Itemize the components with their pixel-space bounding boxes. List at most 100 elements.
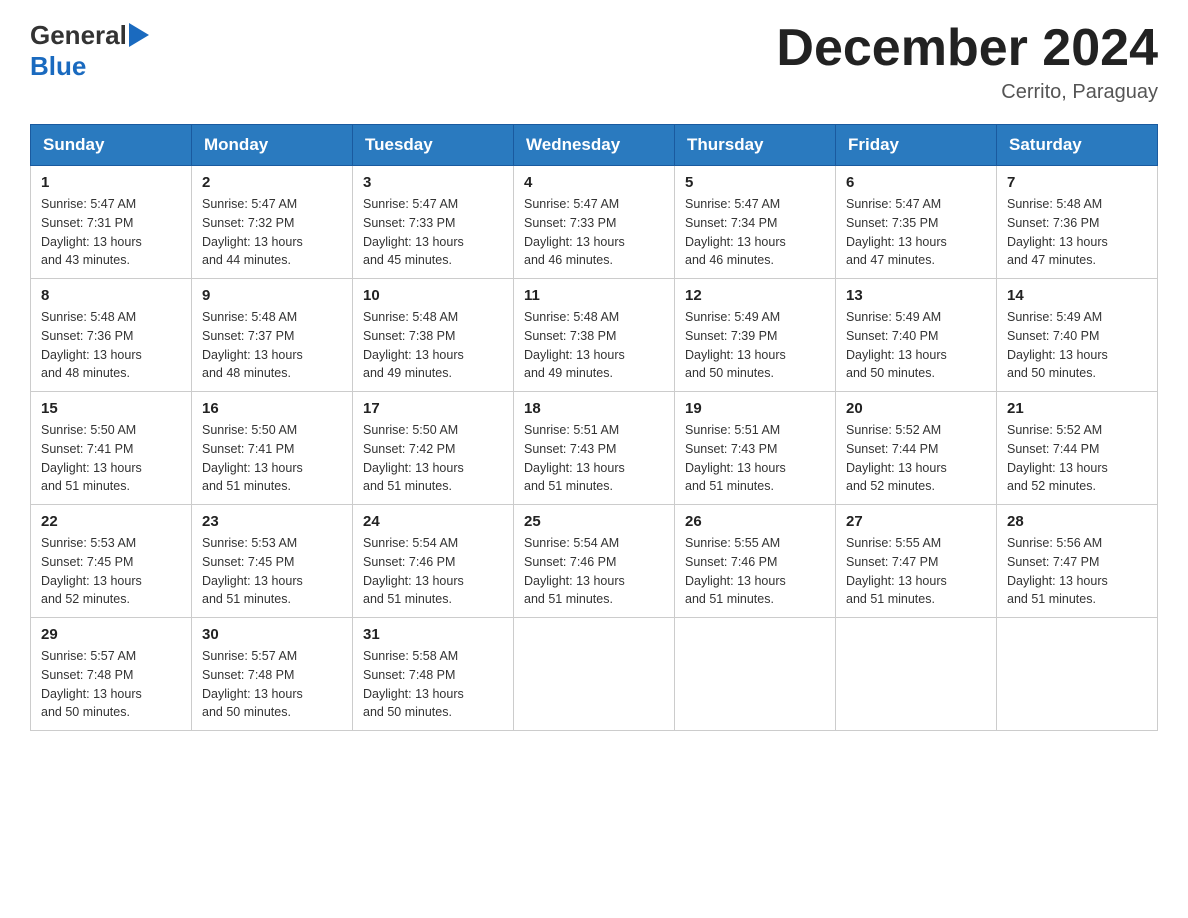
day-number: 7 (1007, 174, 1147, 191)
day-number: 18 (524, 400, 664, 417)
day-number: 15 (41, 400, 181, 417)
table-row: 27Sunrise: 5:55 AMSunset: 7:47 PMDayligh… (836, 505, 997, 618)
table-row: 17Sunrise: 5:50 AMSunset: 7:42 PMDayligh… (353, 392, 514, 505)
day-info: Sunrise: 5:47 AMSunset: 7:32 PMDaylight:… (202, 195, 342, 270)
table-row: 18 Sunrise: 5:51 AMSunset: 7:43 PMDayligh… (514, 392, 675, 505)
day-number: 20 (846, 400, 986, 417)
logo-blue-text: Blue (30, 51, 86, 81)
col-sunday: Sunday (31, 125, 192, 166)
day-info: Sunrise: 5:54 AMSunset: 7:46 PMDaylight:… (524, 534, 664, 609)
logo: General Blue (30, 20, 149, 82)
table-row: 10 Sunrise: 5:48 AMSunset: 7:38 PMDayligh… (353, 279, 514, 392)
day-number: 16 (202, 400, 342, 417)
day-info: Sunrise: 5:53 AMSunset: 7:45 PMDaylight:… (202, 534, 342, 609)
calendar-table: Sunday Monday Tuesday Wednesday Thursday… (30, 124, 1158, 731)
day-info: Sunrise: 5:48 AMSunset: 7:36 PMDaylight:… (41, 308, 181, 383)
day-info: Sunrise: 5:50 AMSunset: 7:41 PMDaylight:… (202, 421, 342, 496)
day-number: 29 (41, 626, 181, 643)
col-thursday: Thursday (675, 125, 836, 166)
table-row: 2 Sunrise: 5:47 AMSunset: 7:32 PMDaylight… (192, 166, 353, 279)
day-info: Sunrise: 5:57 AMSunset: 7:48 PMDaylight:… (202, 647, 342, 722)
day-number: 17 (363, 400, 503, 417)
day-number: 31 (363, 626, 503, 643)
table-row: 30 Sunrise: 5:57 AMSunset: 7:48 PMDayligh… (192, 618, 353, 731)
day-info: Sunrise: 5:49 AMSunset: 7:40 PMDaylight:… (846, 308, 986, 383)
table-row: 9 Sunrise: 5:48 AMSunset: 7:37 PMDaylight… (192, 279, 353, 392)
table-row: 8Sunrise: 5:48 AMSunset: 7:36 PMDaylight… (31, 279, 192, 392)
day-info: Sunrise: 5:47 AMSunset: 7:35 PMDaylight:… (846, 195, 986, 270)
day-number: 26 (685, 513, 825, 530)
logo-general-text: General (30, 20, 127, 51)
table-row: 11Sunrise: 5:48 AMSunset: 7:38 PMDayligh… (514, 279, 675, 392)
col-saturday: Saturday (997, 125, 1158, 166)
col-tuesday: Tuesday (353, 125, 514, 166)
day-info: Sunrise: 5:47 AMSunset: 7:31 PMDaylight:… (41, 195, 181, 270)
table-row: 28Sunrise: 5:56 AMSunset: 7:47 PMDayligh… (997, 505, 1158, 618)
day-info: Sunrise: 5:48 AMSunset: 7:38 PMDaylight:… (363, 308, 503, 383)
table-row: 7Sunrise: 5:48 AMSunset: 7:36 PMDaylight… (997, 166, 1158, 279)
page-header: General Blue December 2024 Cerrito, Para… (30, 20, 1158, 104)
day-number: 27 (846, 513, 986, 530)
days-of-week-row: Sunday Monday Tuesday Wednesday Thursday… (31, 125, 1158, 166)
day-number: 21 (1007, 400, 1147, 417)
day-info: Sunrise: 5:49 AMSunset: 7:39 PMDaylight:… (685, 308, 825, 383)
table-row: 21 Sunrise: 5:52 AMSunset: 7:44 PMDayligh… (997, 392, 1158, 505)
table-row (997, 618, 1158, 731)
day-number: 25 (524, 513, 664, 530)
day-info: Sunrise: 5:48 AMSunset: 7:37 PMDaylight:… (202, 308, 342, 383)
day-number: 5 (685, 174, 825, 191)
day-info: Sunrise: 5:47 AMSunset: 7:34 PMDaylight:… (685, 195, 825, 270)
table-row: 5 Sunrise: 5:47 AMSunset: 7:34 PMDaylight… (675, 166, 836, 279)
day-info: Sunrise: 5:47 AMSunset: 7:33 PMDaylight:… (524, 195, 664, 270)
day-number: 9 (202, 287, 342, 304)
calendar-header: Sunday Monday Tuesday Wednesday Thursday… (31, 125, 1158, 166)
table-row: 6Sunrise: 5:47 AMSunset: 7:35 PMDaylight… (836, 166, 997, 279)
table-row (514, 618, 675, 731)
table-row: 16 Sunrise: 5:50 AMSunset: 7:41 PMDayligh… (192, 392, 353, 505)
day-info: Sunrise: 5:53 AMSunset: 7:45 PMDaylight:… (41, 534, 181, 609)
table-row (675, 618, 836, 731)
table-row: 20 Sunrise: 5:52 AMSunset: 7:44 PMDayligh… (836, 392, 997, 505)
day-info: Sunrise: 5:58 AMSunset: 7:48 PMDaylight:… (363, 647, 503, 722)
calendar-subtitle: Cerrito, Paraguay (776, 81, 1158, 104)
day-info: Sunrise: 5:49 AMSunset: 7:40 PMDaylight:… (1007, 308, 1147, 383)
table-row: 31 Sunrise: 5:58 AMSunset: 7:48 PMDayligh… (353, 618, 514, 731)
table-row: 29 Sunrise: 5:57 AMSunset: 7:48 PMDayligh… (31, 618, 192, 731)
col-friday: Friday (836, 125, 997, 166)
day-info: Sunrise: 5:51 AMSunset: 7:43 PMDaylight:… (524, 421, 664, 496)
title-area: December 2024 Cerrito, Paraguay (776, 20, 1158, 104)
day-info: Sunrise: 5:47 AMSunset: 7:33 PMDaylight:… (363, 195, 503, 270)
col-wednesday: Wednesday (514, 125, 675, 166)
day-number: 24 (363, 513, 503, 530)
calendar-week-row: 8Sunrise: 5:48 AMSunset: 7:36 PMDaylight… (31, 279, 1158, 392)
col-monday: Monday (192, 125, 353, 166)
day-info: Sunrise: 5:54 AMSunset: 7:46 PMDaylight:… (363, 534, 503, 609)
day-number: 4 (524, 174, 664, 191)
table-row: 4 Sunrise: 5:47 AMSunset: 7:33 PMDaylight… (514, 166, 675, 279)
logo-arrow-icon (129, 23, 149, 52)
table-row: 1 Sunrise: 5:47 AMSunset: 7:31 PMDaylight… (31, 166, 192, 279)
day-number: 10 (363, 287, 503, 304)
table-row: 24 Sunrise: 5:54 AMSunset: 7:46 PMDayligh… (353, 505, 514, 618)
day-number: 2 (202, 174, 342, 191)
day-info: Sunrise: 5:57 AMSunset: 7:48 PMDaylight:… (41, 647, 181, 722)
day-number: 13 (846, 287, 986, 304)
day-number: 22 (41, 513, 181, 530)
calendar-week-row: 22 Sunrise: 5:53 AMSunset: 7:45 PMDayligh… (31, 505, 1158, 618)
day-number: 30 (202, 626, 342, 643)
table-row: 23 Sunrise: 5:53 AMSunset: 7:45 PMDayligh… (192, 505, 353, 618)
calendar-week-row: 29 Sunrise: 5:57 AMSunset: 7:48 PMDayligh… (31, 618, 1158, 731)
table-row: 14 Sunrise: 5:49 AMSunset: 7:40 PMDayligh… (997, 279, 1158, 392)
day-number: 11 (524, 287, 664, 304)
table-row (836, 618, 997, 731)
calendar-week-row: 1 Sunrise: 5:47 AMSunset: 7:31 PMDaylight… (31, 166, 1158, 279)
table-row: 15Sunrise: 5:50 AMSunset: 7:41 PMDayligh… (31, 392, 192, 505)
table-row: 22 Sunrise: 5:53 AMSunset: 7:45 PMDayligh… (31, 505, 192, 618)
day-info: Sunrise: 5:52 AMSunset: 7:44 PMDaylight:… (846, 421, 986, 496)
day-number: 23 (202, 513, 342, 530)
day-info: Sunrise: 5:55 AMSunset: 7:46 PMDaylight:… (685, 534, 825, 609)
table-row: 13 Sunrise: 5:49 AMSunset: 7:40 PMDayligh… (836, 279, 997, 392)
day-number: 14 (1007, 287, 1147, 304)
day-number: 1 (41, 174, 181, 191)
day-info: Sunrise: 5:52 AMSunset: 7:44 PMDaylight:… (1007, 421, 1147, 496)
